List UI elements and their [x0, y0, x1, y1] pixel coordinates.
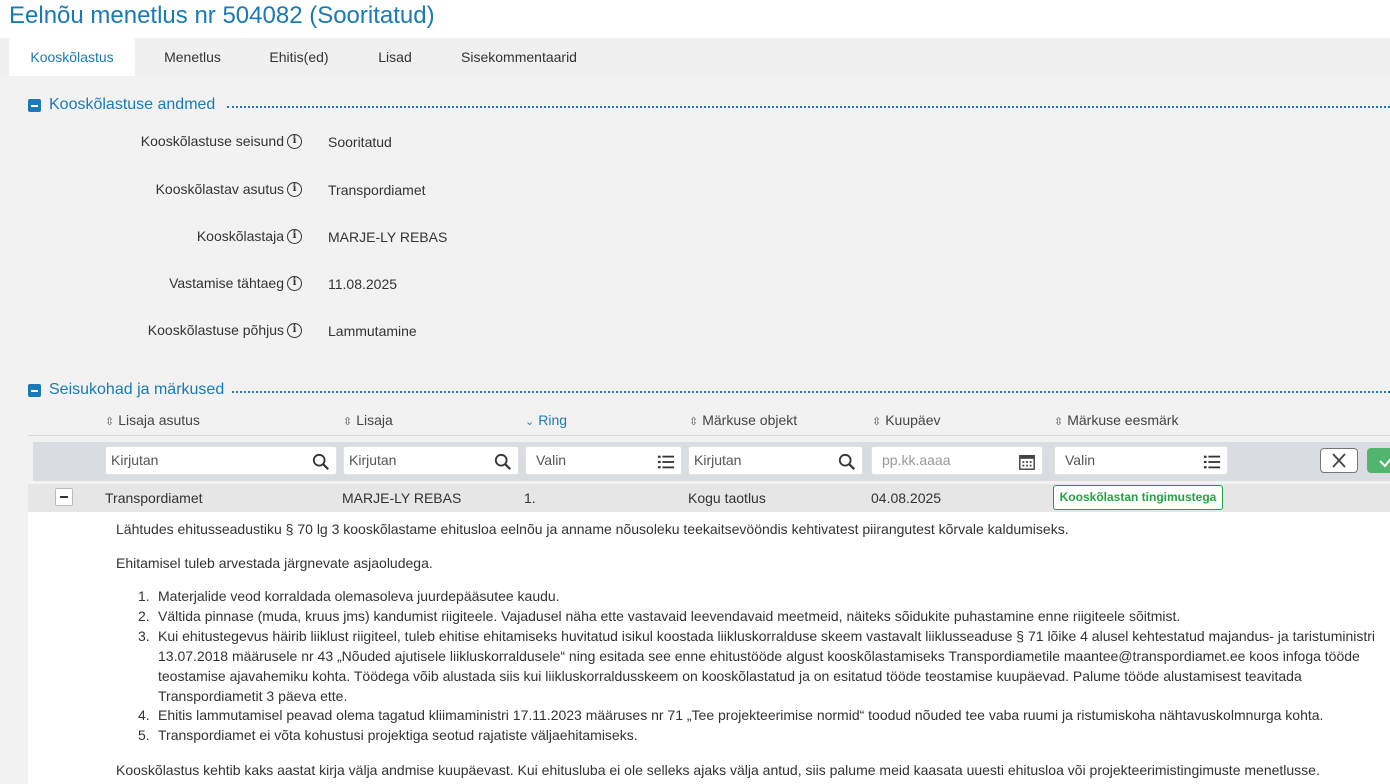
field-label-deadline: Vastamise tähtaeg	[169, 275, 284, 291]
check-icon	[1379, 458, 1390, 468]
section-divider	[232, 391, 1390, 393]
filter-row: Kirjutan Kirjutan Valin Kirjutan pp.kk.a…	[33, 442, 1390, 481]
collapse-section-button[interactable]	[28, 99, 41, 112]
filter-institution-input[interactable]: Kirjutan	[105, 446, 337, 475]
info-icon[interactable]: i	[287, 134, 302, 149]
info-icon[interactable]: i	[287, 229, 302, 244]
cell-author: MARJE-LY REBAS	[342, 490, 462, 506]
section-header-remarks: Seisukohad ja märkused	[28, 381, 1390, 401]
table-divider	[28, 435, 1390, 436]
field-value-reason: Lammutamine	[328, 323, 417, 339]
filter-author-input[interactable]: Kirjutan	[343, 446, 519, 475]
detail-intro: Lähtudes ehitusseadustiku § 70 lg 3 koos…	[116, 521, 1069, 537]
column-header-date[interactable]: ⇳ Kuupäev	[872, 412, 941, 428]
tab-menetlus[interactable]: Menetlus	[145, 38, 240, 76]
column-header-object[interactable]: ⇳ Märkuse objekt	[689, 412, 797, 428]
info-icon[interactable]: i	[287, 276, 302, 291]
column-header-purpose[interactable]: ⇳ Märkuse eesmärk	[1054, 412, 1178, 428]
field-value-institution: Transpordiamet	[328, 182, 426, 198]
calendar-icon	[1019, 454, 1035, 470]
table-row[interactable]: Transpordiamet MARJE-LY REBAS 1. Kogu ta…	[28, 484, 1390, 512]
info-icon[interactable]: i	[287, 323, 302, 338]
cell-object: Kogu taotlus	[688, 490, 766, 506]
section-title: Kooskõlastuse andmed	[49, 96, 216, 113]
field-value-approver: MARJE-LY REBAS	[328, 229, 448, 245]
sort-both-icon: ⇳	[343, 416, 353, 428]
tab-bar: Kooskõlastus Menetlus Ehitis(ed) Lisad S…	[0, 38, 1390, 76]
list-icon	[657, 455, 675, 469]
sort-desc-icon: ⌄	[525, 416, 535, 428]
list-icon	[1203, 455, 1221, 469]
status-badge: Kooskõlastan tingimustega	[1053, 485, 1223, 510]
tab-lisad[interactable]: Lisad	[360, 38, 430, 76]
field-value-status: Sooritatud	[328, 134, 392, 150]
filter-object-input[interactable]: Kirjutan	[688, 446, 863, 475]
close-icon	[1332, 453, 1346, 468]
search-icon	[494, 453, 511, 470]
search-icon	[312, 453, 329, 470]
page-title: Eelnõu menetlus nr 504082 (Sooritatud)	[9, 2, 435, 29]
tab-kooskolastus[interactable]: Kooskõlastus	[9, 38, 135, 76]
collapse-row-button[interactable]	[55, 488, 73, 506]
collapse-section-button[interactable]	[28, 384, 41, 397]
section-header-data: Kooskõlastuse andmed	[28, 96, 1390, 116]
sort-both-icon: ⇳	[105, 416, 115, 428]
tab-sisekommentaarid[interactable]: Sisekommentaarid	[442, 38, 596, 76]
apply-filters-button[interactable]	[1367, 448, 1390, 473]
cell-institution: Transpordiamet	[105, 490, 203, 506]
clear-filters-button[interactable]	[1320, 448, 1358, 473]
info-icon[interactable]: i	[287, 182, 302, 197]
detail-closing: Kooskõlastus kehtib kaks aastat kirja vä…	[116, 762, 1320, 778]
field-value-deadline: 11.08.2025	[328, 276, 398, 292]
sort-both-icon: ⇳	[689, 416, 699, 428]
search-icon	[838, 453, 855, 470]
field-label-institution: Kooskõlastav asutus	[155, 181, 284, 197]
section-title: Seisukohad ja märkused	[49, 381, 225, 398]
filter-date-input[interactable]: pp.kk.aaaa	[871, 446, 1043, 475]
field-label-approver: Kooskõlastaja	[196, 228, 284, 244]
cell-date: 04.08.2025	[871, 490, 942, 506]
cell-round: 1.	[524, 490, 536, 506]
section-divider	[227, 106, 1390, 108]
sort-both-icon: ⇳	[1054, 416, 1064, 428]
column-header-author[interactable]: ⇳ Lisaja	[343, 412, 393, 428]
filter-round-select[interactable]: Valin	[525, 446, 682, 475]
filter-purpose-select[interactable]: Valin	[1054, 446, 1228, 475]
column-header-institution[interactable]: ⇳ Lisaja asutus	[105, 412, 200, 428]
detail-lead: Ehitamisel tuleb arvestada järgnevate as…	[116, 555, 433, 571]
tab-ehitised[interactable]: Ehitis(ed)	[250, 38, 348, 76]
row-details: Lähtudes ehitusseadustiku § 70 lg 3 koos…	[28, 512, 1390, 784]
column-header-round[interactable]: ⌄ Ring	[525, 412, 567, 428]
field-label-reason: Kooskõlastuse põhjus	[147, 322, 284, 338]
field-label-status: Kooskõlastuse seisund	[140, 133, 284, 149]
sort-both-icon: ⇳	[872, 416, 882, 428]
